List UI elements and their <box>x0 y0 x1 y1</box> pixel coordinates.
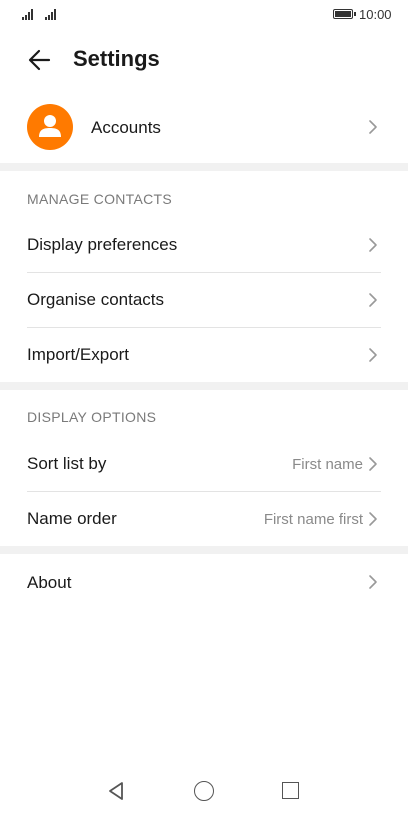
row-label: Sort list by <box>27 454 107 473</box>
section-divider <box>0 382 408 390</box>
organise-contacts-row[interactable]: Organise contacts <box>0 273 408 327</box>
signal-icon <box>22 8 36 20</box>
page-title: Settings <box>73 46 160 71</box>
row-label: Import/Export <box>27 345 130 364</box>
about-row[interactable]: About <box>0 555 408 609</box>
chevron-right-icon <box>369 512 377 526</box>
chevron-right-icon <box>369 348 377 362</box>
back-arrow-icon[interactable] <box>26 46 54 74</box>
header: Settings <box>0 36 408 84</box>
row-label: Organise contacts <box>27 290 165 309</box>
accounts-label: Accounts <box>91 118 161 137</box>
name-order-row[interactable]: Name order First name first <box>0 492 408 546</box>
nav-back-icon[interactable] <box>106 780 126 802</box>
row-label: About <box>27 573 72 592</box>
import-export-row[interactable]: Import/Export <box>0 328 408 382</box>
nav-recents-icon[interactable] <box>282 782 299 799</box>
row-value: First name first <box>263 511 363 528</box>
system-nav-bar <box>0 770 408 816</box>
row-label: Name order <box>27 509 117 528</box>
chevron-right-icon <box>369 238 377 252</box>
nav-home-icon[interactable] <box>194 781 214 801</box>
section-title-display-options: DISPLAY OPTIONS <box>27 409 157 425</box>
accounts-row[interactable]: Accounts <box>0 100 408 156</box>
section-title-manage-contacts: MANAGE CONTACTS <box>27 191 173 207</box>
display-preferences-row[interactable]: Display preferences <box>0 218 408 272</box>
chevron-right-icon <box>369 575 377 589</box>
avatar <box>27 104 73 150</box>
person-icon <box>39 115 61 137</box>
status-bar: 10:00 <box>0 0 408 28</box>
row-value: First name <box>292 456 363 473</box>
battery-icon <box>333 9 356 19</box>
chevron-right-icon <box>369 120 377 134</box>
row-label: Display preferences <box>27 235 178 254</box>
signal-icon-secondary <box>45 8 59 20</box>
chevron-right-icon <box>369 457 377 471</box>
status-time: 10:00 <box>359 7 392 22</box>
section-divider <box>0 546 408 554</box>
chevron-right-icon <box>369 293 377 307</box>
sort-list-by-row[interactable]: Sort list by First name <box>0 437 408 491</box>
section-divider <box>0 163 408 171</box>
